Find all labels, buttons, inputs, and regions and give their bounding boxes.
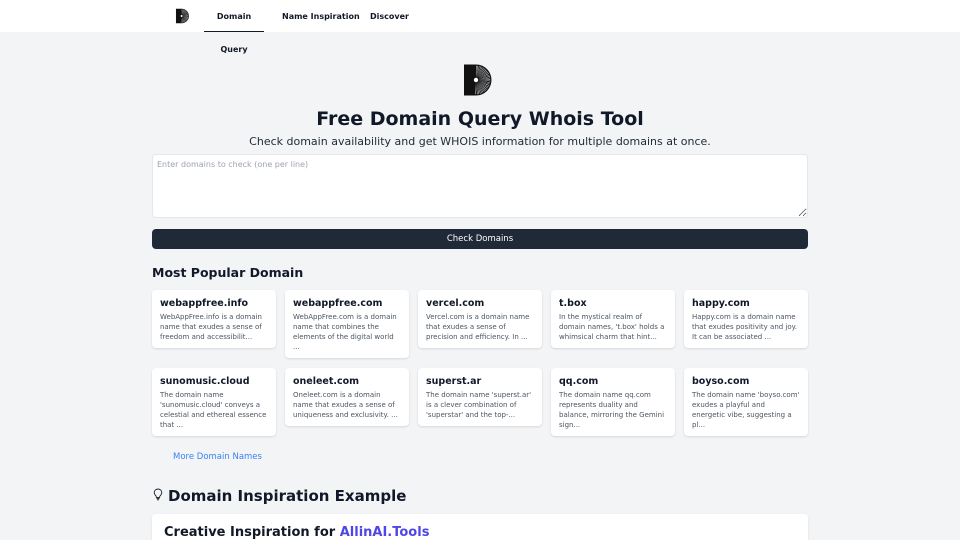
- domain-card-name: webappfree.info: [160, 298, 249, 309]
- domain-card-name: vercel.com: [426, 298, 485, 309]
- nav-link-domain-query[interactable]: Domain Query: [204, 0, 264, 54]
- popular-domains-heading: Most Popular Domain: [152, 265, 304, 280]
- domain-card-description: WebAppFree.com is a domain name that com…: [293, 313, 397, 351]
- domain-card-name: t.box: [559, 298, 587, 309]
- domain-card-name: oneleet.com: [293, 376, 360, 387]
- domain-card-description: The domain name qq.com represents dualit…: [559, 391, 665, 429]
- domain-card-description: Happy.com is a domain name that exudes p…: [692, 313, 798, 341]
- domain-card-name: webappfree.com: [293, 298, 383, 309]
- domain-card-description: WebAppFree.info is a domain name that ex…: [160, 313, 262, 341]
- domain-card-description: The domain name 'boyso.com' exudes a pla…: [692, 391, 800, 429]
- sunburst-logo-icon[interactable]: [175, 8, 192, 24]
- domain-card-name: boyso.com: [692, 376, 750, 387]
- domain-card-description: The domain name 'superst.ar' is a clever…: [426, 391, 532, 419]
- domain-card-name: sunomusic.cloud: [160, 376, 250, 387]
- inspiration-brand-link[interactable]: AllinAI.Tools: [340, 525, 430, 540]
- inspiration-card-title-prefix: Creative Inspiration for: [164, 525, 336, 540]
- inspiration-heading: Domain Inspiration Example: [168, 487, 407, 505]
- check-domains-button[interactable]: Check Domains: [152, 229, 808, 249]
- domain-card[interactable]: boyso.com The domain name 'boyso.com' ex…: [684, 368, 808, 436]
- domain-card[interactable]: oneleet.com Oneleet.com is a domain name…: [285, 368, 409, 426]
- domain-card-name: qq.com: [559, 376, 599, 387]
- domain-card-name: superst.ar: [426, 376, 482, 387]
- domains-input[interactable]: [152, 154, 808, 218]
- domain-card-description: Vercel.com is a domain name that exudes …: [426, 313, 530, 341]
- inspiration-card: Creative Inspiration for AllinAI.Tools: [152, 514, 808, 540]
- domain-card-description: The domain name 'sunomusic.cloud' convey…: [160, 391, 267, 429]
- domain-card-description: In the mystical realm of domain names, '…: [559, 313, 665, 341]
- page-subtitle: Check domain availability and get WHOIS …: [249, 135, 711, 148]
- domain-card[interactable]: webappfree.com WebAppFree.com is a domai…: [285, 290, 409, 358]
- domain-card[interactable]: superst.ar The domain name 'superst.ar' …: [418, 368, 542, 426]
- inspiration-card-title: Creative Inspiration for AllinAI.Tools: [164, 525, 429, 540]
- domain-card[interactable]: webappfree.info WebAppFree.info is a dom…: [152, 290, 276, 348]
- more-domain-names-link[interactable]: More Domain Names: [173, 452, 262, 462]
- domain-card[interactable]: happy.com Happy.com is a domain name tha…: [684, 290, 808, 348]
- page-title: Free Domain Query Whois Tool: [316, 108, 644, 130]
- sunburst-logo-icon: [464, 64, 492, 96]
- lightbulb-icon: [153, 488, 163, 501]
- nav-link-name-inspiration[interactable]: Name Inspiration: [282, 0, 360, 32]
- domain-card[interactable]: vercel.com Vercel.com is a domain name t…: [418, 290, 542, 348]
- domain-card[interactable]: qq.com The domain name qq.com represents…: [551, 368, 675, 436]
- domain-card-name: happy.com: [692, 298, 750, 309]
- domain-card[interactable]: t.box In the mystical realm of domain na…: [551, 290, 675, 348]
- top-navbar: Domain Query Name Inspiration Discover: [0, 0, 960, 54]
- nav-link-discover[interactable]: Discover: [370, 0, 409, 32]
- domain-card[interactable]: sunomusic.cloud The domain name 'sunomus…: [152, 368, 276, 436]
- domain-card-description: Oneleet.com is a domain name that exudes…: [293, 391, 398, 419]
